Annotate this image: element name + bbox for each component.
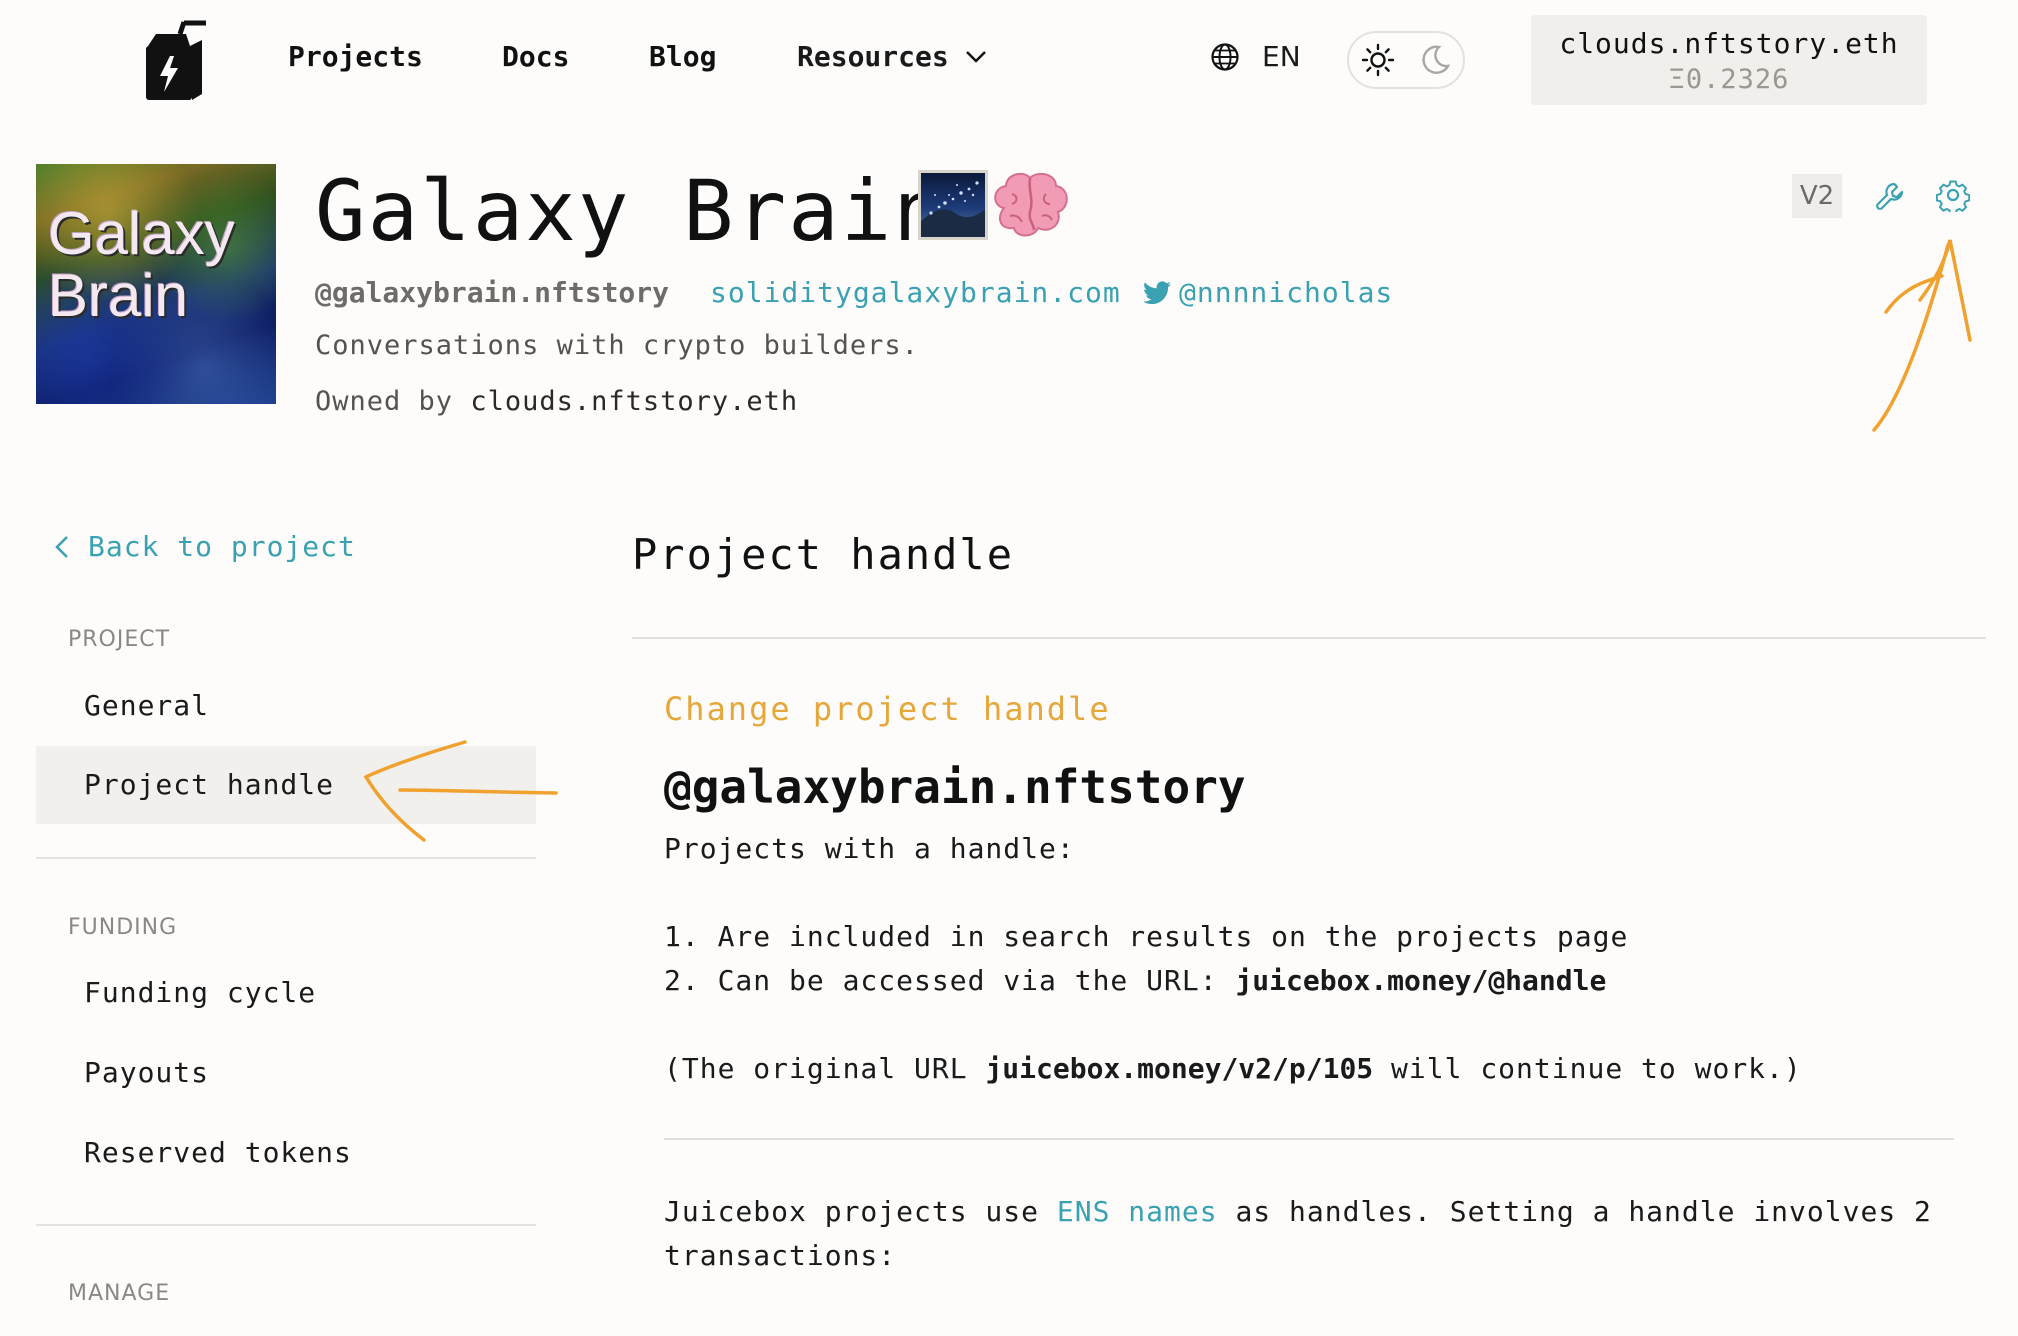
twitter-handle: @nnnnicholas bbox=[1179, 276, 1394, 309]
tools-icon[interactable] bbox=[1874, 180, 1906, 216]
globe-icon bbox=[1211, 42, 1239, 71]
handle-point-1: 1. Are included in search results on the… bbox=[664, 920, 1629, 953]
content-divider bbox=[664, 1138, 1954, 1140]
ens-names-link[interactable]: ENS names bbox=[1057, 1195, 1218, 1228]
version-badge: V2 bbox=[1792, 174, 1842, 218]
project-handle: @galaxybrain.nftstory bbox=[315, 276, 670, 309]
sidebar-divider bbox=[36, 857, 536, 859]
owned-by-label: Owned by bbox=[315, 386, 454, 417]
nav-docs[interactable]: Docs bbox=[502, 40, 569, 73]
project-description: Conversations with crypto builders. bbox=[315, 330, 919, 361]
brain-emoji-icon bbox=[990, 168, 1072, 242]
page-title: Project handle bbox=[632, 530, 1015, 579]
original-url: juicebox.money/v2/p/105 bbox=[985, 1052, 1374, 1085]
sidebar-divider bbox=[36, 1224, 536, 1226]
handle-point-2: 2. Can be accessed via the URL: juicebox… bbox=[664, 964, 1606, 997]
project-owner: Owned by clouds.nftstory.eth bbox=[315, 386, 798, 417]
sun-icon[interactable] bbox=[1361, 43, 1395, 77]
chevron-left-icon bbox=[55, 536, 68, 558]
language-selector[interactable]: EN bbox=[1210, 40, 1301, 73]
ens-suffix: as handles. Setting a handle involves 2 bbox=[1235, 1195, 1932, 1228]
wallet-address: clouds.nftstory.eth bbox=[1559, 27, 1899, 60]
wallet-button[interactable]: clouds.nftstory.eth Ξ0.2326 bbox=[1531, 15, 1927, 105]
back-to-project-link[interactable]: Back to project bbox=[54, 530, 356, 563]
note-suffix: will continue to work.) bbox=[1391, 1052, 1802, 1085]
juicebox-logo-icon[interactable] bbox=[140, 20, 210, 102]
chevron-down-icon bbox=[965, 50, 986, 63]
sidebar-item-project-handle[interactable]: Project handle bbox=[36, 746, 536, 824]
note-prefix: (The original URL bbox=[664, 1052, 968, 1085]
logo-text-line-2: Brain bbox=[48, 262, 189, 329]
section-label-funding: FUNDING bbox=[68, 915, 178, 940]
sidebar-item-reserved-tokens[interactable]: Reserved tokens bbox=[36, 1114, 536, 1192]
language-label: EN bbox=[1262, 40, 1301, 73]
sidebar-item-funding-cycle[interactable]: Funding cycle bbox=[36, 954, 536, 1032]
nav-blog[interactable]: Blog bbox=[649, 40, 716, 73]
original-url-note: (The original URL juicebox.money/v2/p/10… bbox=[664, 1052, 1802, 1085]
project-title: Galaxy Brain bbox=[315, 162, 946, 260]
sidebar-item-general[interactable]: General bbox=[36, 667, 536, 745]
ens-explanation-line-2: transactions: bbox=[664, 1239, 897, 1272]
nav-projects[interactable]: Projects bbox=[288, 40, 423, 73]
section-label-project: PROJECT bbox=[68, 627, 171, 652]
twitter-icon bbox=[1143, 280, 1171, 304]
wallet-balance: Ξ0.2326 bbox=[1668, 64, 1790, 95]
point-2-prefix: 2. Can be accessed via the URL: bbox=[664, 964, 1218, 997]
nav-resources[interactable]: Resources bbox=[797, 40, 987, 73]
title-divider bbox=[632, 637, 1986, 639]
project-logo: Galaxy Brain bbox=[36, 164, 276, 404]
handle-intro: Projects with a handle: bbox=[664, 832, 1075, 865]
logo-text-line-1: Galaxy bbox=[48, 200, 235, 267]
owner-address: clouds.nftstory.eth bbox=[470, 386, 799, 417]
project-twitter-link[interactable]: @nnnnicholas bbox=[1143, 276, 1393, 309]
change-handle-label: Change project handle bbox=[664, 690, 1111, 728]
back-to-project-label: Back to project bbox=[88, 530, 356, 563]
current-handle: @galaxybrain.nftstory bbox=[664, 760, 1246, 814]
nav-resources-label: Resources bbox=[797, 40, 949, 73]
ens-prefix: Juicebox projects use bbox=[664, 1195, 1040, 1228]
moon-icon[interactable] bbox=[1419, 44, 1451, 76]
ens-explanation: Juicebox projects use ENS names as handl… bbox=[664, 1195, 1932, 1228]
settings-gear-icon[interactable] bbox=[1935, 178, 1971, 216]
handle-url: juicebox.money/@handle bbox=[1235, 964, 1607, 997]
milky-way-emoji-icon bbox=[918, 170, 988, 240]
section-label-manage: MANAGE bbox=[68, 1281, 171, 1306]
project-website-link[interactable]: soliditygalaxybrain.com bbox=[710, 276, 1121, 309]
theme-toggle[interactable] bbox=[1347, 31, 1465, 89]
arrow-to-settings bbox=[1872, 239, 1972, 432]
sidebar-item-payouts[interactable]: Payouts bbox=[36, 1034, 536, 1112]
